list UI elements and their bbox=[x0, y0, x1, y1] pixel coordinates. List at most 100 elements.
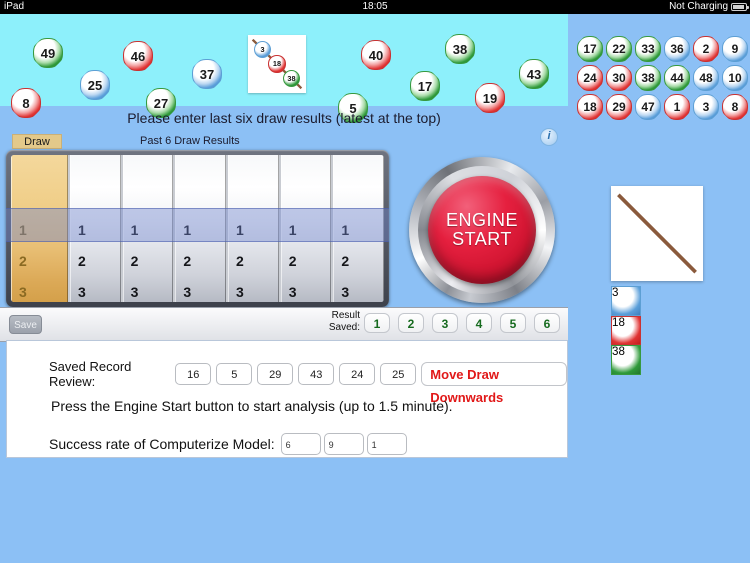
lottery-ball: 37 bbox=[192, 59, 222, 89]
saved-result-button[interactable]: 2 bbox=[398, 313, 424, 333]
picker-row: 2 bbox=[341, 253, 350, 269]
picker-column[interactable]: 1 2 3 bbox=[333, 155, 384, 302]
success-rate-label: Success rate of Computerize Model: bbox=[49, 436, 275, 452]
lottery-banner: 49 8 25 46 27 37 40 5 17 38 19 43 3 18 38 bbox=[0, 14, 568, 123]
status-clock: 18:05 bbox=[362, 1, 388, 12]
success-rate-field[interactable]: 6 bbox=[280, 433, 321, 455]
grid-lottery-ball: 24 bbox=[577, 65, 603, 91]
info-icon[interactable]: i bbox=[540, 128, 558, 146]
picker-row: 1 bbox=[341, 222, 350, 238]
picker-column[interactable]: 1 2 3 bbox=[228, 155, 279, 302]
picker-row: 3 bbox=[183, 284, 192, 300]
picker-row: 2 bbox=[19, 253, 27, 269]
analysis-panel: Saved Record Review: 16 5 29 43 24 25 Move Dr… bbox=[6, 340, 568, 458]
picker-row: 3 bbox=[288, 284, 297, 300]
grid-lottery-ball: 17 bbox=[577, 36, 603, 62]
page-title: Please enter last six draw results (late… bbox=[127, 110, 441, 126]
save-button[interactable]: Save bbox=[9, 315, 42, 334]
engine-start-line2: START bbox=[452, 229, 512, 249]
grid-lottery-ball: 38 bbox=[635, 65, 661, 91]
saved-record-cell[interactable]: 25 bbox=[380, 363, 417, 385]
grid-lottery-ball: 18 bbox=[577, 94, 603, 120]
picker-row: 1 bbox=[78, 222, 86, 238]
picker-column[interactable]: 1 2 3 bbox=[11, 155, 68, 302]
picker-row: 1 bbox=[236, 222, 244, 238]
picker-row: 2 bbox=[183, 253, 192, 269]
picker-row: 3 bbox=[236, 284, 244, 300]
saved-result-button[interactable]: 5 bbox=[500, 313, 526, 333]
saved-record-cell[interactable]: 43 bbox=[298, 363, 335, 385]
move-draw-downwards-button[interactable]: Move Draw Downwards bbox=[421, 362, 567, 405]
grid-lottery-ball: 29 bbox=[606, 94, 632, 120]
saved-result-button[interactable]: 4 bbox=[466, 313, 492, 333]
press-engine-text: Press the Engine Start button to start a… bbox=[51, 398, 453, 414]
mini-lottery-ball: 38 bbox=[611, 345, 641, 375]
picker-column[interactable]: 1 2 3 bbox=[70, 155, 121, 302]
picker-column[interactable]: 1 2 3 bbox=[122, 155, 174, 302]
picker-column[interactable]: 1 2 3 bbox=[175, 155, 227, 302]
picker-row: 1 bbox=[183, 222, 192, 238]
grid-lottery-ball: 36 bbox=[664, 36, 690, 62]
picker-row: 2 bbox=[78, 253, 86, 269]
mini-lottery-ball: 18 bbox=[268, 55, 286, 73]
saved-record-row: Saved Record Review: 16 5 29 43 24 25 Move Dr… bbox=[49, 359, 567, 405]
saved-result-buttons[interactable]: 123456 bbox=[364, 313, 560, 333]
grid-lottery-ball: 48 bbox=[693, 65, 719, 91]
ipad-screen: iPad 18:05 Not Charging 49 8 25 46 27 37 40 5 17… bbox=[0, 0, 750, 563]
result-saved-line2: Saved: bbox=[328, 322, 360, 333]
grid-lottery-ball: 10 bbox=[722, 65, 748, 91]
saved-record-label: Saved Record Review: bbox=[49, 359, 132, 389]
picker-row: 3 bbox=[78, 284, 86, 300]
grid-lottery-ball: 2 bbox=[693, 36, 719, 62]
grid-lottery-ball: 1 bbox=[664, 94, 690, 120]
draw-tab[interactable]: Draw bbox=[12, 134, 62, 149]
picker-row: 1 bbox=[130, 222, 139, 238]
picker-row: 2 bbox=[130, 253, 139, 269]
draw-number-picker[interactable]: 1 2 3 1 2 3 1 2 3 1 2 3 1 2 3 1 2 3 1 2 3 bbox=[6, 150, 389, 307]
success-rate-fields[interactable]: 691 bbox=[280, 433, 410, 455]
grid-lottery-ball: 47 bbox=[635, 94, 661, 120]
picker-row: 1 bbox=[288, 222, 297, 238]
grid-lottery-ball: 33 bbox=[635, 36, 661, 62]
saved-result-button[interactable]: 6 bbox=[534, 313, 560, 333]
lottery-ball: 38 bbox=[445, 34, 475, 64]
picker-row: 3 bbox=[130, 284, 139, 300]
engine-start-face[interactable]: ENGINE START bbox=[428, 176, 536, 284]
lottery-ball: 40 bbox=[361, 40, 391, 70]
success-rate-field[interactable]: 1 bbox=[366, 433, 407, 455]
engine-start-line1: ENGINE bbox=[445, 210, 518, 230]
status-charging-label: Not Charging bbox=[669, 1, 728, 12]
saved-record-cell[interactable]: 5 bbox=[216, 363, 253, 385]
status-bar: iPad 18:05 Not Charging bbox=[0, 0, 750, 14]
saved-record-cell[interactable]: 24 bbox=[339, 363, 376, 385]
grid-lottery-ball: 9 bbox=[722, 36, 748, 62]
lottery-ball: 19 bbox=[475, 83, 505, 113]
lottery-ball: 25 bbox=[80, 70, 110, 100]
saved-record-cell[interactable]: 29 bbox=[257, 363, 294, 385]
grid-lottery-ball: 44 bbox=[664, 65, 690, 91]
picker-row: 2 bbox=[236, 253, 244, 269]
saved-result-button[interactable]: 3 bbox=[432, 313, 458, 333]
picker-row: 2 bbox=[288, 253, 297, 269]
result-saved-label: Result Saved: bbox=[305, 310, 360, 334]
result-saved-line1: Result bbox=[331, 310, 360, 321]
engine-start-button[interactable]: ENGINE START bbox=[409, 157, 555, 303]
past-results-label: Past 6 Draw Results bbox=[140, 135, 240, 147]
saved-record-cell[interactable]: 16 bbox=[175, 363, 212, 385]
saved-record-values[interactable]: 16 5 29 43 24 25 bbox=[175, 363, 421, 385]
result-preview-card: 3 18 38 bbox=[611, 186, 703, 375]
success-rate-field[interactable]: 9 bbox=[323, 433, 364, 455]
grid-lottery-ball: 8 bbox=[722, 94, 748, 120]
mini-lottery-ball: 3 bbox=[611, 286, 641, 316]
grid-lottery-ball: 22 bbox=[606, 36, 632, 62]
lottery-ball: 17 bbox=[410, 71, 440, 101]
mini-lottery-ball: 18 bbox=[611, 315, 641, 346]
diagonal-line bbox=[617, 193, 697, 274]
lottery-ball: 43 bbox=[519, 59, 549, 89]
picker-column[interactable]: 1 2 3 bbox=[280, 155, 332, 302]
lottery-ball: 46 bbox=[123, 41, 153, 71]
picker-columns[interactable]: 1 2 3 1 2 3 1 2 3 1 2 3 1 2 3 1 2 3 1 2 3 bbox=[11, 155, 384, 302]
grid-lottery-ball: 3 bbox=[693, 94, 719, 120]
battery-icon bbox=[731, 3, 749, 11]
saved-result-button[interactable]: 1 bbox=[364, 313, 390, 333]
